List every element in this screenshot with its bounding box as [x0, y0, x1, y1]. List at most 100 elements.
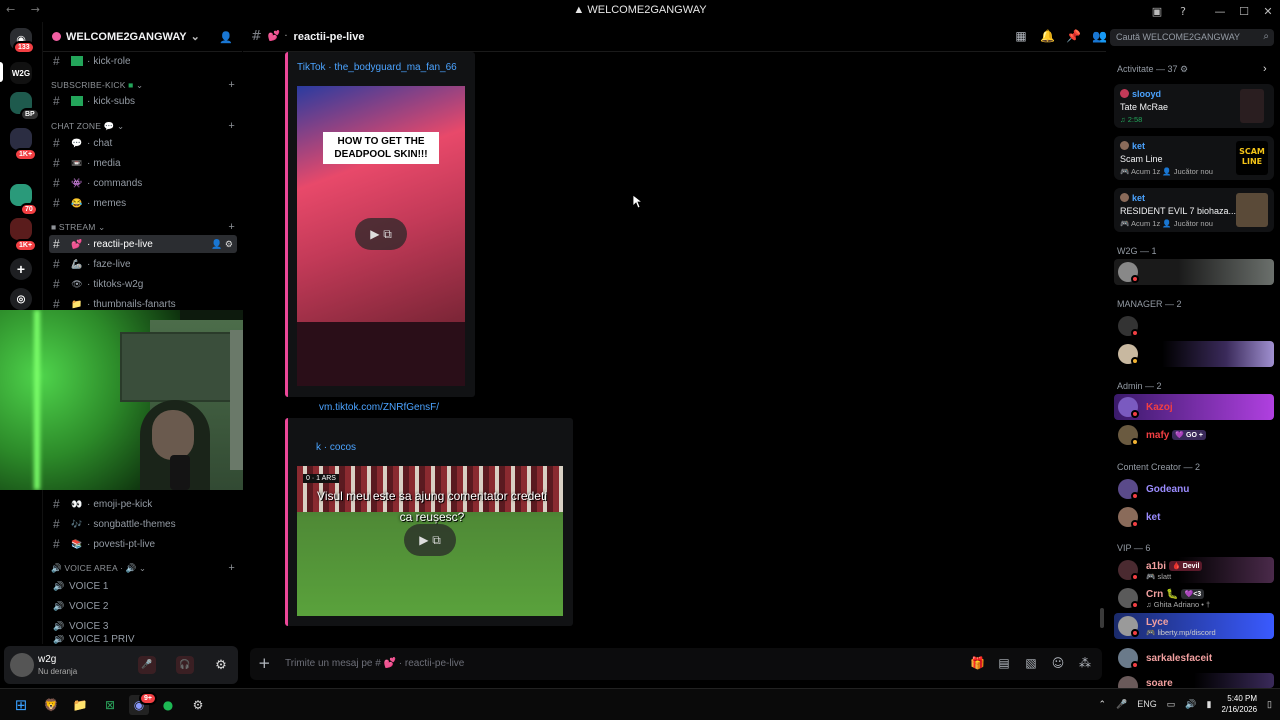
- add-server-icon[interactable]: +: [10, 258, 32, 280]
- sticker-icon[interactable]: ▧: [1024, 656, 1038, 670]
- steam-icon[interactable]: ⚙: [188, 695, 208, 715]
- scrollbar[interactable]: [1100, 608, 1104, 628]
- tray-overflow-icon[interactable]: ⌃: [1098, 699, 1106, 710]
- channel-kick-role[interactable]: # · kick-role: [49, 52, 237, 70]
- message-list: TikTok · the_bodyguard_ma_fan_66 HOW TO …: [243, 52, 1106, 644]
- deafen-button[interactable]: 🎧: [176, 656, 194, 674]
- member-row[interactable]: a1bi 🩸 Devil 🎮 slatt: [1114, 557, 1274, 583]
- channel-chat[interactable]: # 💬 · chat: [49, 134, 237, 152]
- member-row[interactable]: [1114, 313, 1274, 339]
- user-settings-icon[interactable]: ⚙: [212, 656, 230, 674]
- emoji-icon[interactable]: ☺: [1051, 656, 1065, 670]
- activity-card[interactable]: slooyd Tate McRae ♫ 2:58: [1114, 84, 1274, 128]
- member-row[interactable]: Kazoj: [1114, 394, 1274, 420]
- discover-icon[interactable]: ◎: [10, 288, 32, 310]
- chevron-right-icon[interactable]: ›: [1263, 63, 1267, 75]
- windows-start-icon[interactable]: ⊞: [11, 695, 31, 715]
- member-row[interactable]: ket: [1114, 504, 1274, 530]
- activity-card[interactable]: ket Scam Line 🎮 Acum 1z 👤 Jucător nou SC…: [1114, 136, 1274, 180]
- mute-mic-button[interactable]: 🎤: [138, 656, 156, 674]
- channel-emoji-pe-kick[interactable]: # 👀 · emoji-pe-kick: [49, 495, 237, 513]
- threads-icon[interactable]: ▦: [1014, 29, 1028, 43]
- channel-povesti-pt-live[interactable]: # 📚 · povesti-pt-live: [49, 535, 237, 553]
- channel-commands[interactable]: # 👾 · commands: [49, 174, 237, 192]
- server-folder[interactable]: [10, 128, 32, 150]
- video-thumbnail[interactable]: 0 · 1 ARS Visul meu este sa ajung coment…: [297, 466, 563, 616]
- user-panel: w2g Nu deranja 🎤 🎧 ⚙: [4, 646, 238, 684]
- status-idle-icon: [1131, 438, 1139, 446]
- volume-icon[interactable]: 🔊: [1185, 699, 1196, 710]
- tiktok-link[interactable]: vm.tiktok.com/ZNRfGensF/: [319, 402, 439, 413]
- close-button[interactable]: ✕: [1256, 0, 1280, 22]
- inbox-icon[interactable]: ▣: [1144, 0, 1170, 22]
- member-row[interactable]: [1114, 259, 1274, 285]
- channel-faze-live[interactable]: # 🦾 · faze-live: [49, 255, 237, 273]
- voice-channel-3[interactable]: 🔊 VOICE 3: [49, 617, 237, 635]
- help-icon[interactable]: ?: [1170, 0, 1196, 22]
- category-subscribe-kick[interactable]: SUBSCRIBE-KICK ■ ⌄ +: [51, 79, 237, 91]
- gift-icon[interactable]: 🎁: [970, 656, 985, 670]
- minimize-button[interactable]: —: [1208, 0, 1232, 22]
- role-header: Admin — 2: [1117, 381, 1162, 391]
- member-list-icon[interactable]: 👥: [1092, 29, 1107, 43]
- microphone: [170, 455, 190, 490]
- server-w2g[interactable]: W2G: [10, 62, 32, 84]
- channel-kick-subs[interactable]: # · kick-subs: [49, 92, 237, 110]
- play-button[interactable]: ▶ ⧉: [404, 524, 456, 556]
- maximize-button[interactable]: ☐: [1232, 0, 1256, 22]
- voice-channel-1[interactable]: 🔊 VOICE 1: [49, 577, 237, 595]
- notification-bell-icon[interactable]: 🔔: [1040, 29, 1055, 43]
- language-indicator[interactable]: ENG: [1137, 699, 1157, 709]
- status-dnd-icon: [1131, 329, 1139, 337]
- category-stream[interactable]: ■ STREAM ⌄ +: [51, 221, 237, 233]
- role-header: W2G — 1: [1117, 246, 1157, 256]
- server-name: WELCOME2GANGWAY: [66, 30, 187, 43]
- mic-icon[interactable]: 🎤: [1116, 699, 1127, 710]
- file-explorer-icon[interactable]: 📁: [70, 695, 90, 715]
- member-row[interactable]: sarkalesfaceit: [1114, 645, 1274, 671]
- search-input[interactable]: Caută WELCOME2GANGWAY ⌕: [1110, 29, 1274, 46]
- member-row[interactable]: Crn 🐛 💜<3 ♫ Ghita Adriano • †: [1114, 585, 1274, 611]
- battery-icon[interactable]: ▮: [1207, 699, 1212, 710]
- attach-plus-icon[interactable]: +: [258, 654, 271, 672]
- video-thumbnail[interactable]: HOW TO GET THE DEADPOOL SKIN!!! ▶ ⧉: [297, 86, 465, 386]
- pin-icon[interactable]: 📌: [1066, 29, 1081, 43]
- channel-media[interactable]: # 📼 · media: [49, 154, 237, 172]
- brave-browser-icon[interactable]: 🦁: [41, 695, 61, 715]
- channel-memes[interactable]: # 😂 · memes: [49, 194, 237, 212]
- channel-settings-icon[interactable]: 👤 ⚙: [211, 239, 233, 250]
- username[interactable]: w2g: [38, 654, 56, 665]
- server-icon-5[interactable]: [10, 218, 32, 240]
- category-chat-zone[interactable]: CHAT ZONE 💬 ⌄ +: [51, 120, 237, 132]
- voice-channel-2[interactable]: 🔊 VOICE 2: [49, 597, 237, 615]
- add-member-icon[interactable]: 👤: [219, 31, 233, 44]
- channel-tiktoks-w2g[interactable]: # 👁 · tiktoks-w2g: [49, 275, 237, 293]
- server-header[interactable]: WELCOME2GANGWAY ⌄ 👤: [43, 22, 242, 52]
- excel-icon[interactable]: ⊠: [100, 695, 120, 715]
- gif-icon[interactable]: ▤: [997, 656, 1011, 670]
- message-composer[interactable]: + Trimite un mesaj pe # 💕 · reactii-pe-l…: [250, 648, 1102, 680]
- member-row[interactable]: [1114, 341, 1274, 367]
- embed-author-link[interactable]: TikTok · the_bodyguard_ma_fan_66: [297, 62, 457, 73]
- avatar[interactable]: [10, 653, 34, 677]
- activity-card[interactable]: ket RESIDENT EVIL 7 biohaza... 🎮 Acum 1z…: [1114, 188, 1274, 232]
- channel-songbattle-themes[interactable]: # 🎶 · songbattle-themes: [49, 515, 237, 533]
- network-icon[interactable]: ▭: [1167, 699, 1176, 710]
- play-button[interactable]: ▶ ⧉: [355, 218, 407, 250]
- game-art: [1236, 193, 1268, 227]
- channel-reactii-pe-live[interactable]: # 💕 · reactii-pe-live 👤 ⚙: [49, 235, 237, 253]
- embed-author-link[interactable]: k · cocos: [316, 442, 356, 453]
- voice-channel-4[interactable]: 🔊 VOICE 1 PRIV: [49, 635, 237, 644]
- status-dnd-icon: [1131, 492, 1139, 500]
- clock[interactable]: 5:40 PM 2/16/2026: [1221, 693, 1257, 715]
- channel-title: reactii-pe-live: [293, 30, 365, 43]
- member-row[interactable]: Godeanu: [1114, 476, 1274, 502]
- notifications-icon[interactable]: ▯: [1267, 699, 1272, 710]
- composer-placeholder[interactable]: Trimite un mesaj pe # 💕 · reactii-pe-liv…: [285, 658, 464, 669]
- category-voice-area[interactable]: 🔊 VOICE AREA · 🔊 ⌄ +: [51, 562, 237, 574]
- member-row[interactable]: Lyce 🎮 liberty.mp/discord: [1114, 613, 1274, 639]
- apps-icon[interactable]: ⁂: [1078, 656, 1092, 670]
- member-row[interactable]: mafy 💜 GO +: [1114, 422, 1274, 448]
- member-row[interactable]: soare: [1114, 673, 1274, 688]
- spotify-icon[interactable]: ●: [158, 695, 178, 715]
